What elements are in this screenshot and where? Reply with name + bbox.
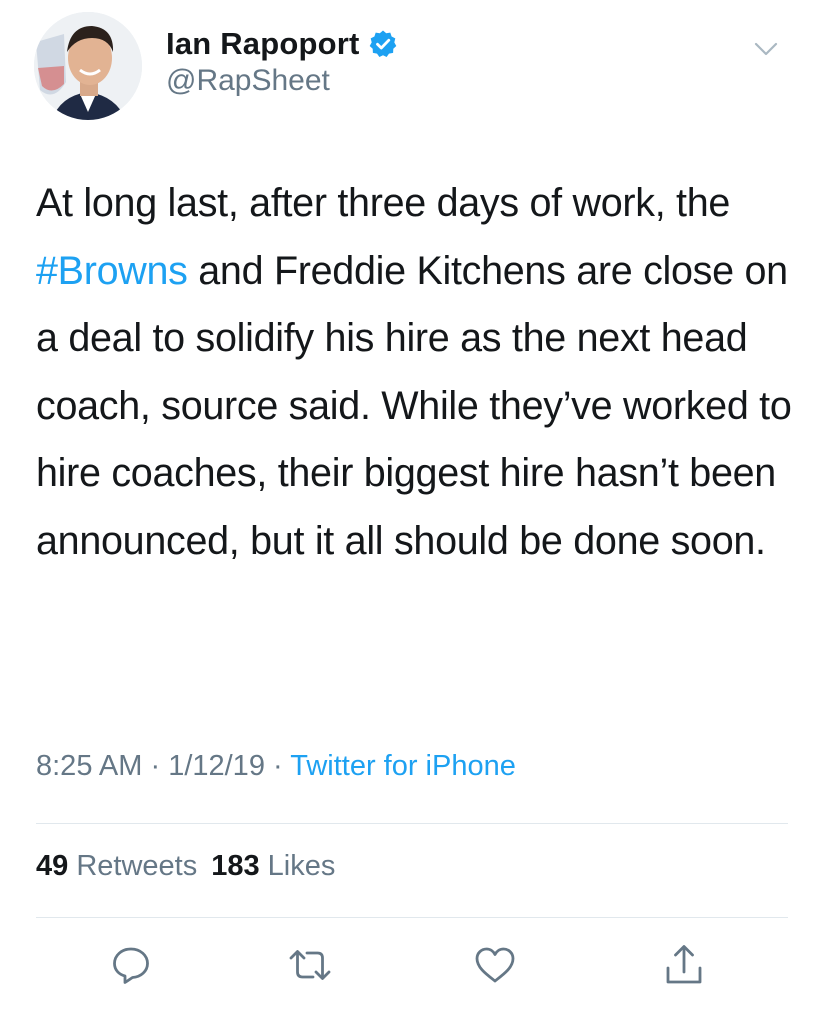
tweet-stats: 49 Retweets 183 Likes <box>36 850 335 883</box>
share-upload-icon <box>666 945 702 984</box>
retweet-button[interactable] <box>285 940 335 990</box>
tweet-date: 1/12/19 <box>168 750 265 782</box>
retweets-label: Retweets <box>76 850 198 882</box>
heart-icon <box>475 947 515 983</box>
retweets-count: 49 <box>36 850 69 882</box>
chevron-down-icon[interactable] <box>753 38 779 60</box>
author-handle[interactable]: @RapSheet <box>166 64 330 98</box>
meta-separator: · <box>264 750 291 782</box>
speech-bubble-icon <box>113 947 149 984</box>
divider <box>36 823 788 824</box>
likes-stat[interactable]: 183 Likes <box>211 850 335 882</box>
meta-separator: · <box>142 750 169 782</box>
tweet-meta: 8:25 AM · 1/12/19 · Twitter for iPhone <box>36 750 516 783</box>
tweet-text: At long last, after three days of work, … <box>36 170 796 575</box>
share-button[interactable] <box>659 940 709 990</box>
author-name-row[interactable]: Ian Rapoport <box>166 22 398 66</box>
reply-button[interactable] <box>106 940 156 990</box>
tweet-text-part: and Freddie Kitchens are close on a deal… <box>36 248 792 563</box>
retweet-arrows-icon <box>289 950 331 980</box>
hashtag-link[interactable]: #Browns <box>36 249 188 293</box>
action-bar <box>0 940 815 990</box>
tweet-text-part: At long last, after three days of work, … <box>36 181 731 225</box>
tweet-time: 8:25 AM <box>36 750 143 782</box>
avatar[interactable] <box>34 12 142 120</box>
verified-badge-icon <box>368 29 398 59</box>
retweets-stat[interactable]: 49 Retweets <box>36 850 197 882</box>
profile-photo-icon <box>34 12 142 120</box>
tweet-detail: Ian Rapoport @RapSheet At long last, aft… <box>0 0 815 1024</box>
likes-label: Likes <box>267 850 336 882</box>
like-button[interactable] <box>470 940 520 990</box>
likes-count: 183 <box>211 850 260 882</box>
divider <box>36 917 788 918</box>
tweet-source-link[interactable]: Twitter for iPhone <box>290 750 516 782</box>
author-display-name[interactable]: Ian Rapoport <box>166 26 360 62</box>
